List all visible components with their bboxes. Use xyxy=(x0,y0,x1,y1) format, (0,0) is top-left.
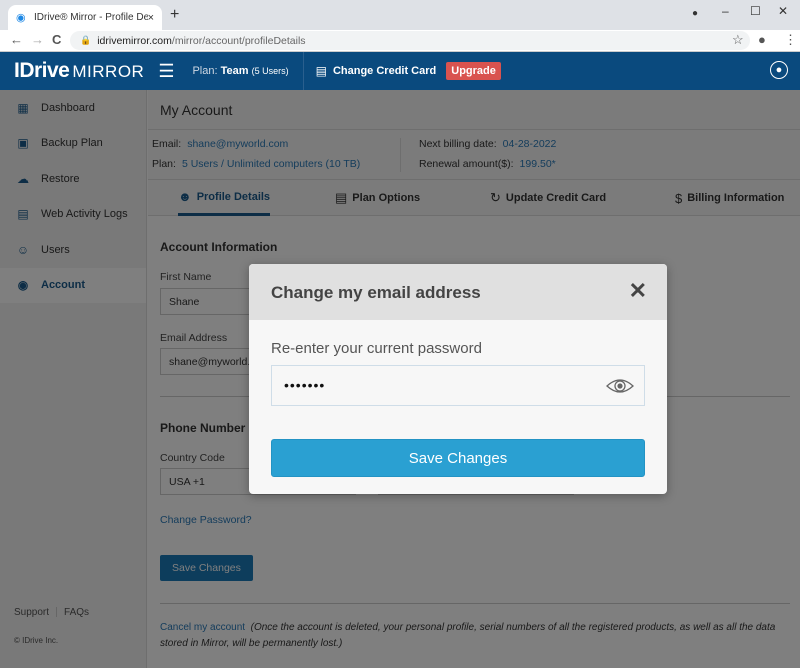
plan-label: Plan: xyxy=(192,65,218,77)
browser-tab[interactable]: ◉ IDrive® Mirror - Profile Details × xyxy=(8,5,162,30)
new-tab-button[interactable]: + xyxy=(170,6,179,24)
reload-button[interactable]: C xyxy=(52,32,61,47)
change-credit-card-link[interactable]: ▤ Change Credit Card xyxy=(316,64,437,78)
address-bar-row: ← → C 🔒 idrivemirror.com/mirror/account/… xyxy=(0,30,800,52)
url-host: idrivemirror.com xyxy=(97,34,172,47)
modal-save-changes-button[interactable]: Save Changes xyxy=(271,439,645,477)
password-value: ••••••• xyxy=(284,377,326,393)
modal-title: Change my email address xyxy=(271,283,481,302)
profile-icon[interactable]: ● xyxy=(758,32,766,47)
browser-menu-icon[interactable]: ⋮ xyxy=(784,32,797,48)
url-input[interactable]: 🔒 idrivemirror.com/mirror/account/profil… xyxy=(70,31,750,50)
upgrade-button[interactable]: Upgrade xyxy=(446,62,501,80)
plan-info: Plan: Team (5 Users) xyxy=(192,65,288,77)
window-close-button[interactable]: ✕ xyxy=(778,4,788,18)
logo-sub-text: MIRROR xyxy=(72,62,145,81)
header-divider xyxy=(302,52,304,90)
show-password-eye-icon[interactable] xyxy=(606,377,634,395)
idrive-favicon-icon: ◉ xyxy=(16,11,26,24)
user-avatar-icon[interactable]: ● xyxy=(770,61,788,79)
plan-users: (5 Users) xyxy=(251,66,289,76)
back-button[interactable]: ← xyxy=(10,32,23,47)
tab-close-icon[interactable]: × xyxy=(148,12,154,24)
tab-title: IDrive® Mirror - Profile Details xyxy=(34,12,148,23)
browser-tab-bar: ◉ IDrive® Mirror - Profile Details × + ●… xyxy=(0,0,800,30)
close-icon[interactable]: ✕ xyxy=(629,280,647,302)
modal-header: Change my email address ✕ xyxy=(249,264,667,320)
minimize-button[interactable]: – xyxy=(722,4,729,18)
lock-icon: 🔒 xyxy=(80,35,92,45)
hamburger-menu-icon[interactable]: ☰ xyxy=(158,61,174,82)
maximize-button[interactable]: ☐ xyxy=(750,4,761,18)
idrive-mirror-logo[interactable]: IDrive MIRROR xyxy=(14,59,144,83)
bookmark-star-icon[interactable]: ☆ xyxy=(732,32,744,48)
current-password-input[interactable]: ••••••• xyxy=(271,365,645,406)
change-credit-card-label: Change Credit Card xyxy=(332,65,437,77)
change-email-modal: Change my email address ✕ Re-enter your … xyxy=(249,264,667,494)
password-label: Re-enter your current password xyxy=(271,340,482,357)
plan-name: Team xyxy=(220,65,249,77)
url-path: /mirror/account/profileDetails xyxy=(171,34,306,47)
credit-card-icon: ▤ xyxy=(315,64,327,78)
app-header: IDrive MIRROR ☰ Plan: Team (5 Users) ▤ Ch… xyxy=(0,52,800,90)
logo-text: IDrive xyxy=(14,59,70,82)
forward-button[interactable]: → xyxy=(31,32,44,47)
media-control-icon[interactable]: ● xyxy=(692,8,698,19)
